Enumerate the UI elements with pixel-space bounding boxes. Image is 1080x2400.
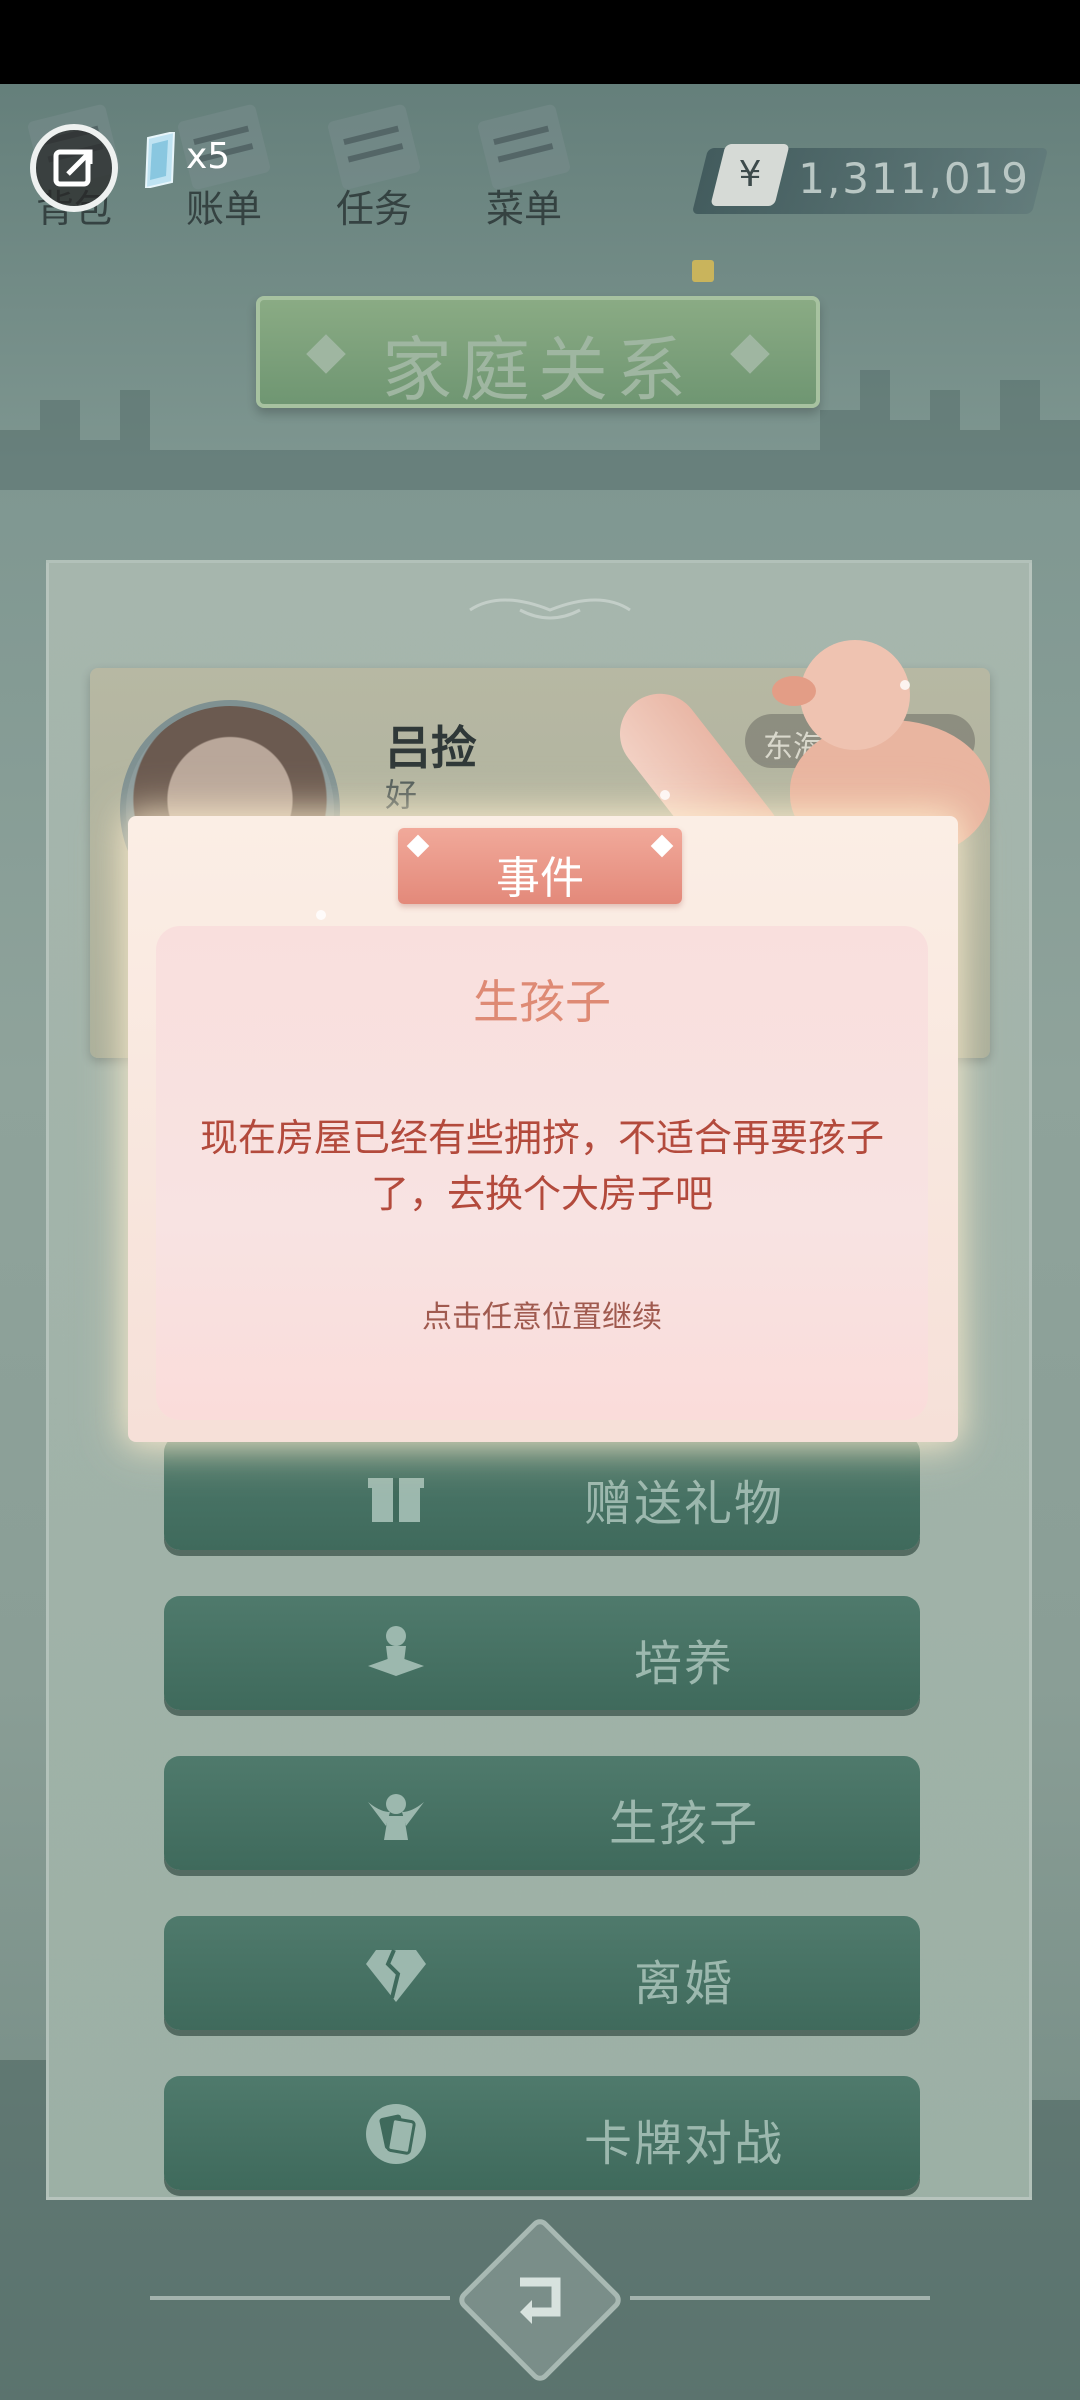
nav-menu[interactable]: 菜单: [464, 100, 584, 231]
angel-icon: [368, 1794, 424, 1840]
train-button[interactable]: 培养: [164, 1596, 920, 1710]
continue-hint[interactable]: 点击任意位置继续: [156, 1292, 928, 1336]
nav-task-label: 任务: [335, 187, 412, 231]
page-title: 家庭关系: [382, 329, 694, 411]
gem-count: x5: [186, 136, 231, 177]
status-bar: [0, 0, 1080, 84]
diamond-ticket-icon: [144, 132, 176, 188]
divorce-button-label: 离婚: [633, 1956, 734, 2012]
gift-button-label: 赠送礼物: [583, 1476, 784, 1532]
have-child-button[interactable]: 生孩子: [164, 1756, 920, 1870]
sparkle: [316, 910, 326, 920]
scroll-ornament: [469, 598, 631, 620]
reading-person-icon: [368, 1626, 424, 1676]
broken-diamond-icon: [366, 1949, 426, 2002]
sparkle: [900, 680, 910, 690]
nav-bill-label: 账单: [185, 187, 262, 231]
money-amount: 1,311,019: [798, 154, 1030, 203]
currency-symbol: ¥: [738, 154, 762, 195]
nav-task[interactable]: 任务: [314, 100, 434, 231]
top-navigation: 背包 账单 任务 菜单 x5 ¥ 1,311,019: [0, 84, 1080, 282]
divorce-button[interactable]: 离婚: [164, 1916, 920, 2030]
share-button[interactable]: [30, 124, 118, 212]
event-modal-tab-label: 事件: [496, 853, 584, 904]
rubber-duck-head: [800, 640, 910, 750]
divider-line-right: [630, 2296, 930, 2300]
gift-button[interactable]: 赠送礼物: [164, 1436, 920, 1550]
profile-name: 吕捡: [385, 721, 477, 775]
have-child-button-label: 生孩子: [608, 1796, 759, 1852]
rubber-duck-beak: [772, 676, 816, 706]
return-arrow-icon: [520, 2277, 561, 2324]
share-icon: [53, 149, 93, 187]
card-battle-button-label: 卡牌对战: [583, 2116, 784, 2172]
event-message: 现在房屋已经有些拥挤，不适合再要孩子了，去换个大房子吧: [199, 1116, 884, 1216]
card-battle-button[interactable]: 卡牌对战: [164, 2076, 920, 2190]
gift-icon: [368, 1478, 424, 1522]
train-button-label: 培养: [633, 1636, 734, 1692]
sparkle: [660, 790, 670, 800]
event-title: 生孩子: [473, 975, 611, 1029]
nav-menu-label: 菜单: [485, 187, 562, 231]
card-battle-icon: [366, 2104, 426, 2164]
divider-line-left: [150, 2296, 450, 2300]
coin-marker: [692, 260, 714, 282]
page-title-banner: 家庭关系: [256, 296, 820, 411]
event-modal-header: 事件: [398, 828, 682, 904]
